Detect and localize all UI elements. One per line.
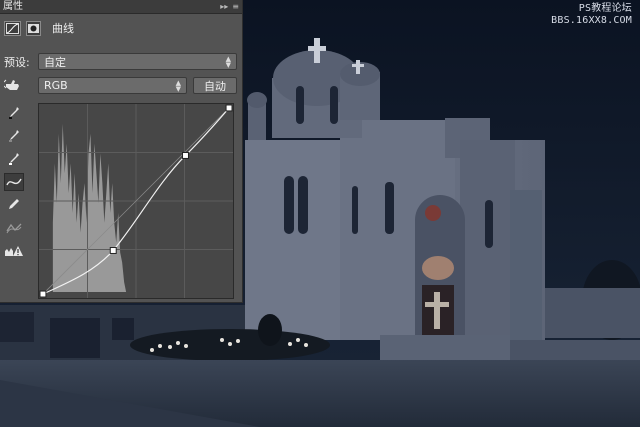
- black-point-eyedropper-icon[interactable]: [4, 104, 24, 122]
- watermark-line-2: BBS.16XX8.COM: [551, 15, 632, 26]
- preset-select[interactable]: 自定 ▲ ▼: [38, 53, 237, 70]
- channel-value: RGB: [44, 79, 68, 92]
- curves-graph[interactable]: [38, 103, 234, 299]
- curve-control-point: [39, 290, 47, 298]
- white-point-eyedropper-icon[interactable]: [4, 150, 24, 168]
- curves-adjustment-icon: [4, 20, 21, 36]
- panel-title: 属性: [3, 1, 23, 12]
- clipping-warning-icon[interactable]: [4, 242, 24, 260]
- pencil-draw-icon[interactable]: [4, 196, 24, 214]
- panel-menu-icon[interactable]: ≡: [232, 2, 239, 11]
- dropdown-arrows-icon: ▲ ▼: [225, 54, 231, 69]
- hand-adjust-icon[interactable]: [3, 77, 38, 94]
- watermark: PS教程论坛 BBS.16XX8.COM: [551, 3, 632, 27]
- properties-panel: 属性 ▸▸ ≡ 曲线 预设: 自定 ▲ ▼ RGB ▲ ▼ 自动: [0, 0, 243, 303]
- curve-edit-icon[interactable]: [4, 173, 24, 191]
- gray-point-eyedropper-icon[interactable]: [4, 127, 24, 145]
- preset-value: 自定: [44, 55, 66, 69]
- channel-select[interactable]: RGB ▲ ▼: [38, 77, 187, 94]
- adjustment-name: 曲线: [52, 22, 74, 35]
- curve-control-point: [182, 152, 189, 159]
- dropdown-arrows-icon: ▲ ▼: [175, 78, 181, 93]
- curve-control-point: [109, 247, 117, 254]
- collapse-panel-icon[interactable]: ▸▸: [220, 2, 228, 11]
- layer-mask-icon[interactable]: [26, 20, 41, 36]
- smooth-curve-icon[interactable]: [4, 219, 24, 237]
- adjustment-header: 曲线: [4, 20, 74, 36]
- panel-title-bar: 属性 ▸▸ ≡: [0, 0, 242, 14]
- auto-button[interactable]: 自动: [193, 77, 237, 94]
- preset-label: 预设:: [4, 55, 30, 69]
- watermark-line-1: PS教程论坛: [578, 3, 632, 14]
- preset-row: 预设: 自定 ▲ ▼: [4, 53, 237, 70]
- channel-row: RGB ▲ ▼ 自动: [3, 77, 237, 94]
- curve-tools: [4, 104, 26, 260]
- curve-control-point: [225, 104, 233, 112]
